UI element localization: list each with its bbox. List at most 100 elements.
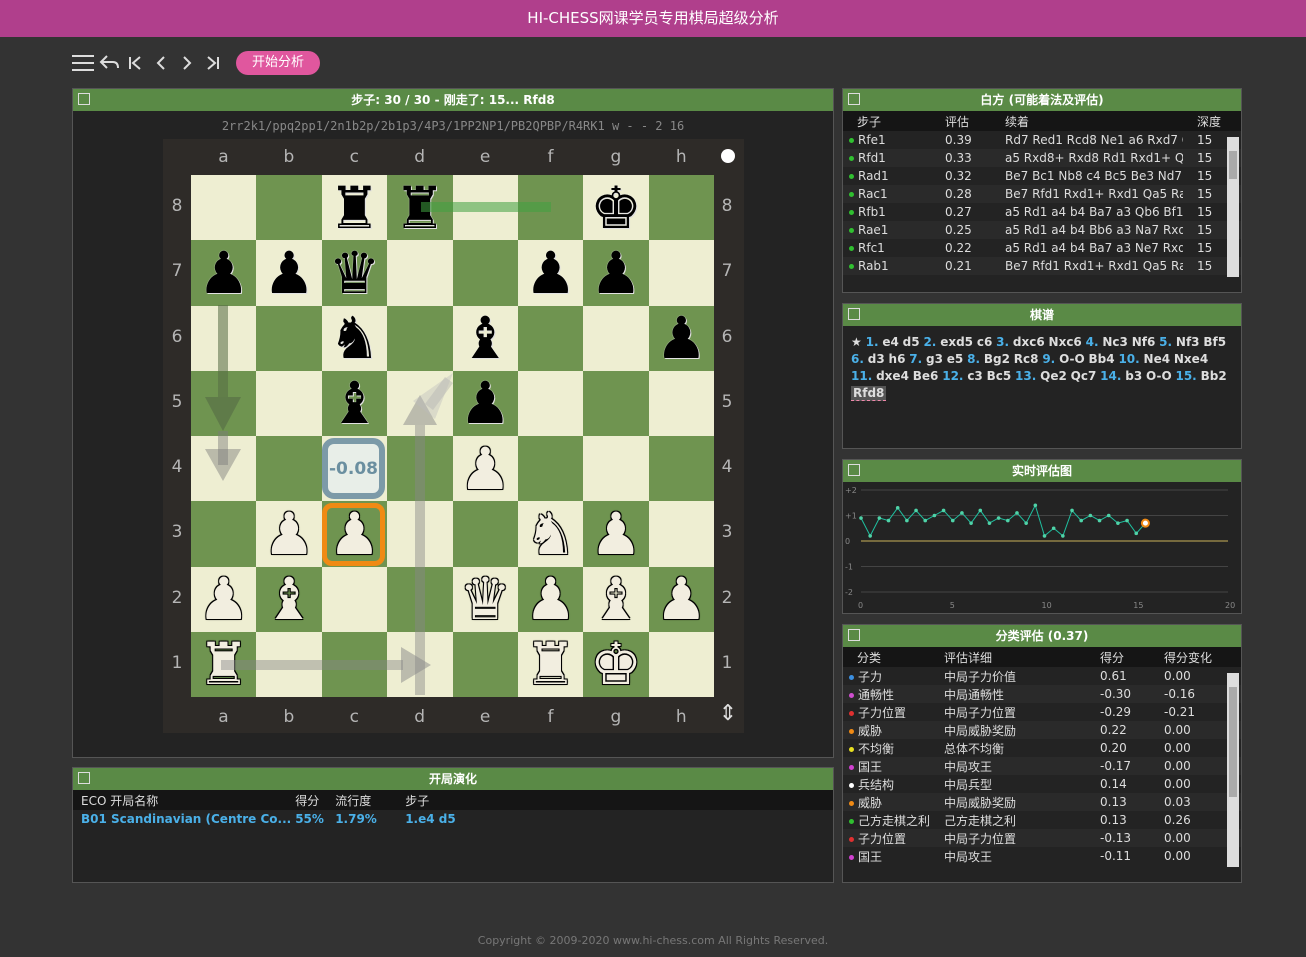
white-pawn-piece[interactable]: ♟: [525, 570, 577, 628]
move-white[interactable]: Nc3: [1102, 335, 1128, 349]
white-pawn-piece[interactable]: ♟: [590, 505, 642, 563]
white-bishop-piece[interactable]: ♝: [263, 570, 315, 628]
fen-string[interactable]: 2rr2k1/ppq2pp1/2n1b2p/2b1p3/4P3/1PP2NP1/…: [73, 119, 833, 133]
move-white[interactable]: Ne4: [1144, 352, 1171, 366]
move-white[interactable]: Bg2: [984, 352, 1010, 366]
move-white[interactable]: c3: [967, 369, 982, 383]
category-row[interactable]: 己方走棋之利 己方走棋之利 0.13 0.26: [843, 811, 1241, 829]
square-g4[interactable]: [583, 436, 649, 502]
move-black[interactable]: Nxc6: [1049, 335, 1082, 349]
white-queen-piece[interactable]: ♛: [459, 570, 511, 628]
square-c5[interactable]: ♝: [321, 370, 388, 436]
engine-line-row[interactable]: Rae10.25a5 Rd1 a4 b4 Bb6 a3 Na7 Rxd8...1…: [843, 221, 1241, 239]
category-row[interactable]: 通畅性 中局通畅性 -0.30 -0.16: [843, 685, 1241, 703]
move-black[interactable]: Qc7: [1071, 369, 1097, 383]
engine-move[interactable]: Rac1: [843, 185, 931, 203]
move-black[interactable]: Bc5: [987, 369, 1012, 383]
move-black[interactable]: O-O: [1146, 369, 1172, 383]
white-bishop-piece[interactable]: ♝: [590, 570, 642, 628]
white-rook-piece[interactable]: ♜: [525, 635, 577, 693]
category-row[interactable]: 兵结构 中局兵型 0.14 0.00: [843, 775, 1241, 793]
square-g8[interactable]: ♚: [583, 175, 649, 241]
black-pawn-piece[interactable]: ♟: [655, 309, 707, 367]
menu-icon[interactable]: [70, 50, 96, 76]
last-move-icon[interactable]: [200, 50, 226, 76]
square-a2[interactable]: ♟: [191, 566, 257, 632]
square-d6[interactable]: [387, 305, 453, 371]
square-g1[interactable]: ♚: [583, 631, 649, 697]
chess-board[interactable]: ♜ ♜ ♚ ♟ ♟ ♛ ♟ ♟ ♞ ♝ ♟ ♝ ♟ ♟ ♟ ♟ ♞ ♟ ♟ ♝ ♛ ♟ ♝ ♟ ♜ ♜ ♚: [191, 175, 715, 697]
category-row[interactable]: 子力 中局子力价值 0.61 0.00: [843, 667, 1241, 685]
move-white[interactable]: Nf3: [1176, 335, 1200, 349]
engine-line-row[interactable]: Rad10.32Be7 Bc1 Nb8 c4 Bc5 Be3 Nd7 B...1…: [843, 167, 1241, 185]
white-knight-piece[interactable]: ♞: [525, 505, 577, 563]
move-black[interactable]: Rc8: [1014, 352, 1039, 366]
move-white[interactable]: g3: [926, 352, 943, 366]
square-b2[interactable]: ♝: [256, 566, 322, 632]
square-f3[interactable]: ♞: [517, 501, 584, 567]
square-d1[interactable]: [387, 631, 453, 697]
square-f5[interactable]: [517, 370, 584, 436]
square-b4[interactable]: [256, 436, 322, 502]
square-e7[interactable]: [452, 240, 518, 306]
category-row[interactable]: 子力位置 中局子力位置 -0.29 -0.21: [843, 703, 1241, 721]
engine-line-row[interactable]: Rac10.28Be7 Rfd1 Rxd1+ Rxd1 Qa5 Ra1 ...1…: [843, 185, 1241, 203]
square-e5[interactable]: ♟: [452, 370, 518, 436]
engine-line-row[interactable]: Rfc10.22a5 Rd1 a4 b4 Ba7 a3 Ne7 Rxd8...1…: [843, 239, 1241, 257]
move-black[interactable]: Rfd8: [851, 386, 887, 401]
category-row[interactable]: 威胁 中局威胁奖励 0.13 0.03: [843, 793, 1241, 811]
engine-move[interactable]: Rfb1: [843, 203, 931, 221]
move-black[interactable]: c6: [977, 335, 992, 349]
square-h8[interactable]: [648, 175, 715, 241]
category-eval-scrollbar[interactable]: [1227, 673, 1239, 867]
move-white[interactable]: d3: [868, 352, 885, 366]
white-pawn-piece[interactable]: ♟: [655, 570, 707, 628]
move-white[interactable]: exd5: [940, 335, 973, 349]
square-f2[interactable]: ♟: [517, 566, 584, 632]
square-a3[interactable]: [191, 501, 257, 567]
square-e3[interactable]: [452, 501, 518, 567]
move-black[interactable]: Nxe4: [1174, 352, 1208, 366]
black-king-piece[interactable]: ♚: [590, 179, 642, 237]
first-move-icon[interactable]: [122, 50, 148, 76]
square-g2[interactable]: ♝: [583, 566, 649, 632]
square-f4[interactable]: [517, 436, 584, 502]
engine-move[interactable]: Rfd1: [843, 149, 931, 167]
black-rook-piece[interactable]: ♜: [328, 179, 380, 237]
move-black[interactable]: Nf6: [1132, 335, 1156, 349]
white-pawn-piece[interactable]: ♟: [263, 505, 315, 563]
black-bishop-piece[interactable]: ♝: [328, 374, 380, 432]
black-pawn-piece[interactable]: ♟: [590, 244, 642, 302]
white-pawn-piece[interactable]: ♟: [198, 570, 250, 628]
black-pawn-piece[interactable]: ♟: [525, 244, 577, 302]
engine-move[interactable]: Rad1: [843, 167, 931, 185]
square-e8[interactable]: [452, 175, 518, 241]
square-b7[interactable]: ♟: [256, 240, 322, 306]
move-white[interactable]: b3: [1125, 369, 1142, 383]
square-g3[interactable]: ♟: [583, 501, 649, 567]
move-black[interactable]: d5: [903, 335, 920, 349]
engine-lines-scrollbar[interactable]: [1227, 137, 1239, 277]
square-c7[interactable]: ♛: [321, 240, 388, 306]
eval-chart[interactable]: +2 +1 0 -1 -2 0 5 10 15 20: [843, 482, 1241, 612]
square-a7[interactable]: ♟: [191, 240, 257, 306]
square-f6[interactable]: [517, 305, 584, 371]
move-white[interactable]: e4: [882, 335, 899, 349]
engine-move[interactable]: Rfc1: [843, 239, 931, 257]
square-e4[interactable]: ♟: [452, 436, 518, 502]
square-c2[interactable]: [321, 566, 388, 632]
square-b3[interactable]: ♟: [256, 501, 322, 567]
move-white[interactable]: dxe4: [876, 369, 909, 383]
white-rook-piece[interactable]: ♜: [198, 635, 250, 693]
flip-board-icon[interactable]: ⇕: [718, 701, 738, 726]
start-analysis-button[interactable]: 开始分析: [236, 51, 321, 75]
black-pawn-piece[interactable]: ♟: [198, 244, 250, 302]
move-white[interactable]: Qe2: [1040, 369, 1067, 383]
square-a6[interactable]: [191, 305, 257, 371]
engine-line-row[interactable]: Rfd10.33a5 Rxd8+ Rxd8 Rd1 Rxd1+ Qxd...15: [843, 149, 1241, 167]
square-h3[interactable]: [648, 501, 715, 567]
engine-move[interactable]: Rfe1: [843, 131, 931, 149]
square-d3[interactable]: [387, 501, 453, 567]
move-white[interactable]: Bb2: [1201, 369, 1227, 383]
category-row[interactable]: 国王 中局攻王 -0.17 0.00: [843, 757, 1241, 775]
